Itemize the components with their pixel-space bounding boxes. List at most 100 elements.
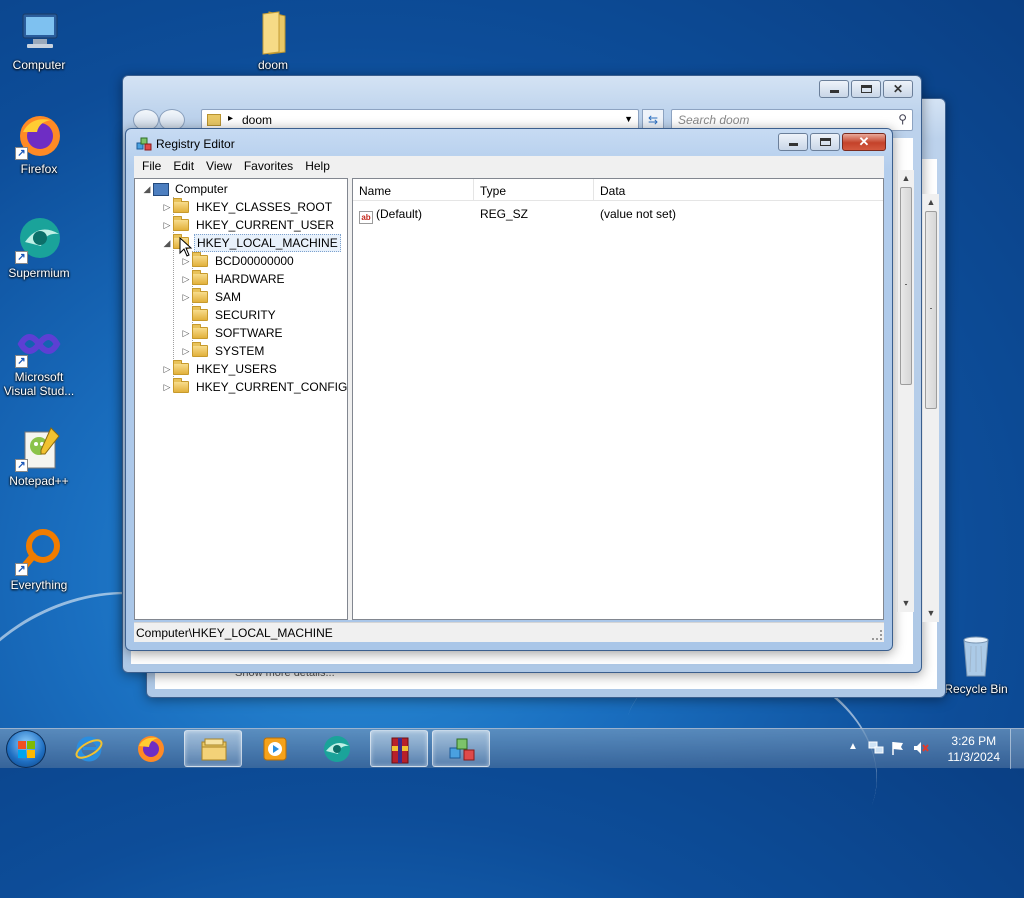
desktop-icon-everything[interactable]: ↗ Everything: [1, 528, 77, 592]
address-path[interactable]: doom: [242, 113, 272, 127]
maximize-button[interactable]: [810, 133, 840, 151]
desktop-icon-supermium[interactable]: ↗ Supermium: [1, 216, 77, 280]
background-window-scrollbar[interactable]: ▲ ▼: [922, 194, 939, 622]
scroll-up-arrow-icon[interactable]: ▲: [923, 194, 939, 211]
show-hidden-icons-chevron-icon[interactable]: ▲: [848, 741, 858, 752]
expand-arrow-icon[interactable]: ▷: [161, 202, 173, 213]
search-input[interactable]: Search doom: [678, 113, 749, 127]
collapse-arrow-icon[interactable]: ◢: [141, 184, 153, 195]
taskbar-registry-editor[interactable]: [432, 730, 490, 767]
system-clock[interactable]: 3:26 PM 11/3/2024: [948, 733, 1001, 765]
close-icon: ✕: [892, 82, 904, 96]
collapse-arrow-icon[interactable]: ◢: [161, 238, 173, 249]
regedit-caption-buttons: ✕: [778, 133, 886, 151]
minimize-button[interactable]: [778, 133, 808, 151]
tree-node-hkey-current-user[interactable]: ▷ HKEY_CURRENT_USER: [161, 216, 336, 234]
recycle-bin-icon: [952, 632, 1000, 680]
column-header-name[interactable]: Name: [353, 179, 474, 201]
volume-muted-icon[interactable]: [912, 740, 930, 756]
tree-node-software[interactable]: ▷ SOFTWARE: [180, 324, 285, 342]
action-center-flag-icon[interactable]: [890, 740, 906, 756]
registry-values-list[interactable]: Name Type Data ab (Default) REG_SZ (value…: [352, 178, 884, 620]
desktop-icon-firefox[interactable]: ↗ Firefox: [1, 112, 77, 176]
tree-node-hkey-users[interactable]: ▷ HKEY_USERS: [161, 360, 279, 378]
tree-node-hkey-classes-root[interactable]: ▷ HKEY_CLASSES_ROOT: [161, 198, 334, 216]
string-value-icon: ab: [359, 211, 373, 224]
tree-node-security[interactable]: SECURITY: [180, 306, 278, 324]
expand-arrow-icon[interactable]: ▷: [180, 328, 192, 339]
scroll-down-arrow-icon[interactable]: ▼: [923, 605, 939, 622]
folder-icon: [173, 216, 189, 231]
scrollbar-thumb[interactable]: [900, 187, 912, 385]
folder-icon: [173, 198, 189, 213]
taskbar-internet-explorer[interactable]: [60, 730, 118, 767]
tree-node-sam[interactable]: ▷ SAM: [180, 288, 243, 306]
menu-help[interactable]: Help: [299, 156, 336, 176]
tree-node-label: HKEY_CLASSES_ROOT: [196, 200, 333, 214]
desktop-icon-recycle-bin[interactable]: Recycle Bin: [938, 632, 1014, 696]
shortcut-arrow-icon: ↗: [15, 251, 28, 264]
close-button[interactable]: ✕: [883, 80, 913, 98]
column-header-type[interactable]: Type: [474, 179, 594, 201]
desktop-icon-computer[interactable]: Computer: [1, 8, 77, 72]
menu-view[interactable]: View: [200, 156, 238, 176]
expand-arrow-icon[interactable]: ▷: [161, 382, 173, 393]
taskbar-file-explorer[interactable]: [184, 730, 242, 767]
folder-icon: [249, 8, 297, 56]
tree-node-hardware[interactable]: ▷ HARDWARE: [180, 270, 287, 288]
expand-arrow-icon[interactable]: ▷: [180, 346, 192, 357]
scrollbar-thumb[interactable]: [925, 211, 937, 409]
scroll-up-arrow-icon[interactable]: ▲: [898, 170, 914, 187]
expand-arrow-icon[interactable]: ▷: [180, 256, 192, 267]
explorer-scrollbar[interactable]: ▲ ▼: [897, 170, 914, 612]
expand-arrow-icon[interactable]: ▷: [161, 364, 173, 375]
menu-file[interactable]: File: [136, 156, 167, 176]
expand-arrow-icon[interactable]: ▷: [161, 220, 173, 231]
supermium-icon: [324, 736, 350, 762]
tree-node-computer[interactable]: ◢ Computer: [141, 180, 230, 198]
network-icon[interactable]: [868, 741, 884, 755]
folder-icon: [192, 270, 208, 285]
tree-node-label: Computer: [175, 182, 228, 196]
start-button[interactable]: [6, 730, 46, 768]
desktop-icon-visual-studio[interactable]: ↗ Microsoft Visual Stud...: [1, 320, 77, 398]
show-desktop-button[interactable]: [1010, 729, 1024, 769]
maximize-button[interactable]: [851, 80, 881, 98]
tree-node-hkey-current-config[interactable]: ▷ HKEY_CURRENT_CONFIG: [161, 378, 349, 396]
registry-editor-app-icon: [136, 136, 152, 152]
expand-arrow-icon[interactable]: ▷: [180, 274, 192, 285]
value-name: (Default): [376, 207, 423, 221]
close-button[interactable]: ✕: [842, 133, 886, 151]
taskbar-supermium[interactable]: [308, 730, 366, 767]
tree-node-bcd00000000[interactable]: ▷ BCD00000000: [180, 252, 296, 270]
registry-editor-window[interactable]: Registry Editor ✕ File Edit View Favorit…: [125, 128, 893, 651]
clock-time: 3:26 PM: [951, 734, 997, 748]
expand-arrow-icon[interactable]: ▷: [180, 292, 192, 303]
taskbar-firefox[interactable]: [122, 730, 180, 767]
tree-node-label: HKEY_CURRENT_CONFIG: [196, 380, 348, 394]
minimize-button[interactable]: [819, 80, 849, 98]
desktop-icon-label: Notepad++: [9, 474, 69, 488]
shortcut-arrow-icon: ↗: [15, 147, 28, 160]
taskbar-media-player[interactable]: [246, 730, 304, 767]
scroll-grip: [930, 308, 932, 309]
registry-tree[interactable]: ◢ Computer ▷ HKEY_CLASSES_ROOT ▷ HKEY_CU…: [134, 178, 348, 620]
resize-grip-icon[interactable]: [872, 630, 882, 640]
address-dropdown-icon[interactable]: ▼: [624, 114, 633, 124]
scroll-down-arrow-icon[interactable]: ▼: [898, 595, 914, 612]
shortcut-arrow-icon: ↗: [15, 563, 28, 576]
taskbar: ▲ 3:26 PM 11/3/2024: [0, 728, 1024, 769]
desktop-icon-doom-folder[interactable]: doom: [235, 8, 311, 72]
media-player-icon: [263, 737, 287, 761]
menu-favorites[interactable]: Favorites: [238, 156, 299, 176]
explorer-caption-buttons: ✕: [819, 80, 913, 98]
registry-value-row[interactable]: ab (Default) REG_SZ (value not set): [353, 204, 883, 224]
column-header-data[interactable]: Data: [594, 179, 884, 201]
folder-icon: [192, 306, 208, 321]
desktop-icon-notepad-plus-plus[interactable]: ↗ Notepad++: [1, 424, 77, 488]
window-title: Registry Editor: [156, 137, 235, 151]
menu-edit[interactable]: Edit: [167, 156, 200, 176]
notification-area: ▲ 3:26 PM 11/3/2024: [834, 729, 1024, 769]
tree-node-system[interactable]: ▷ SYSTEM: [180, 342, 266, 360]
taskbar-winrar[interactable]: [370, 730, 428, 767]
